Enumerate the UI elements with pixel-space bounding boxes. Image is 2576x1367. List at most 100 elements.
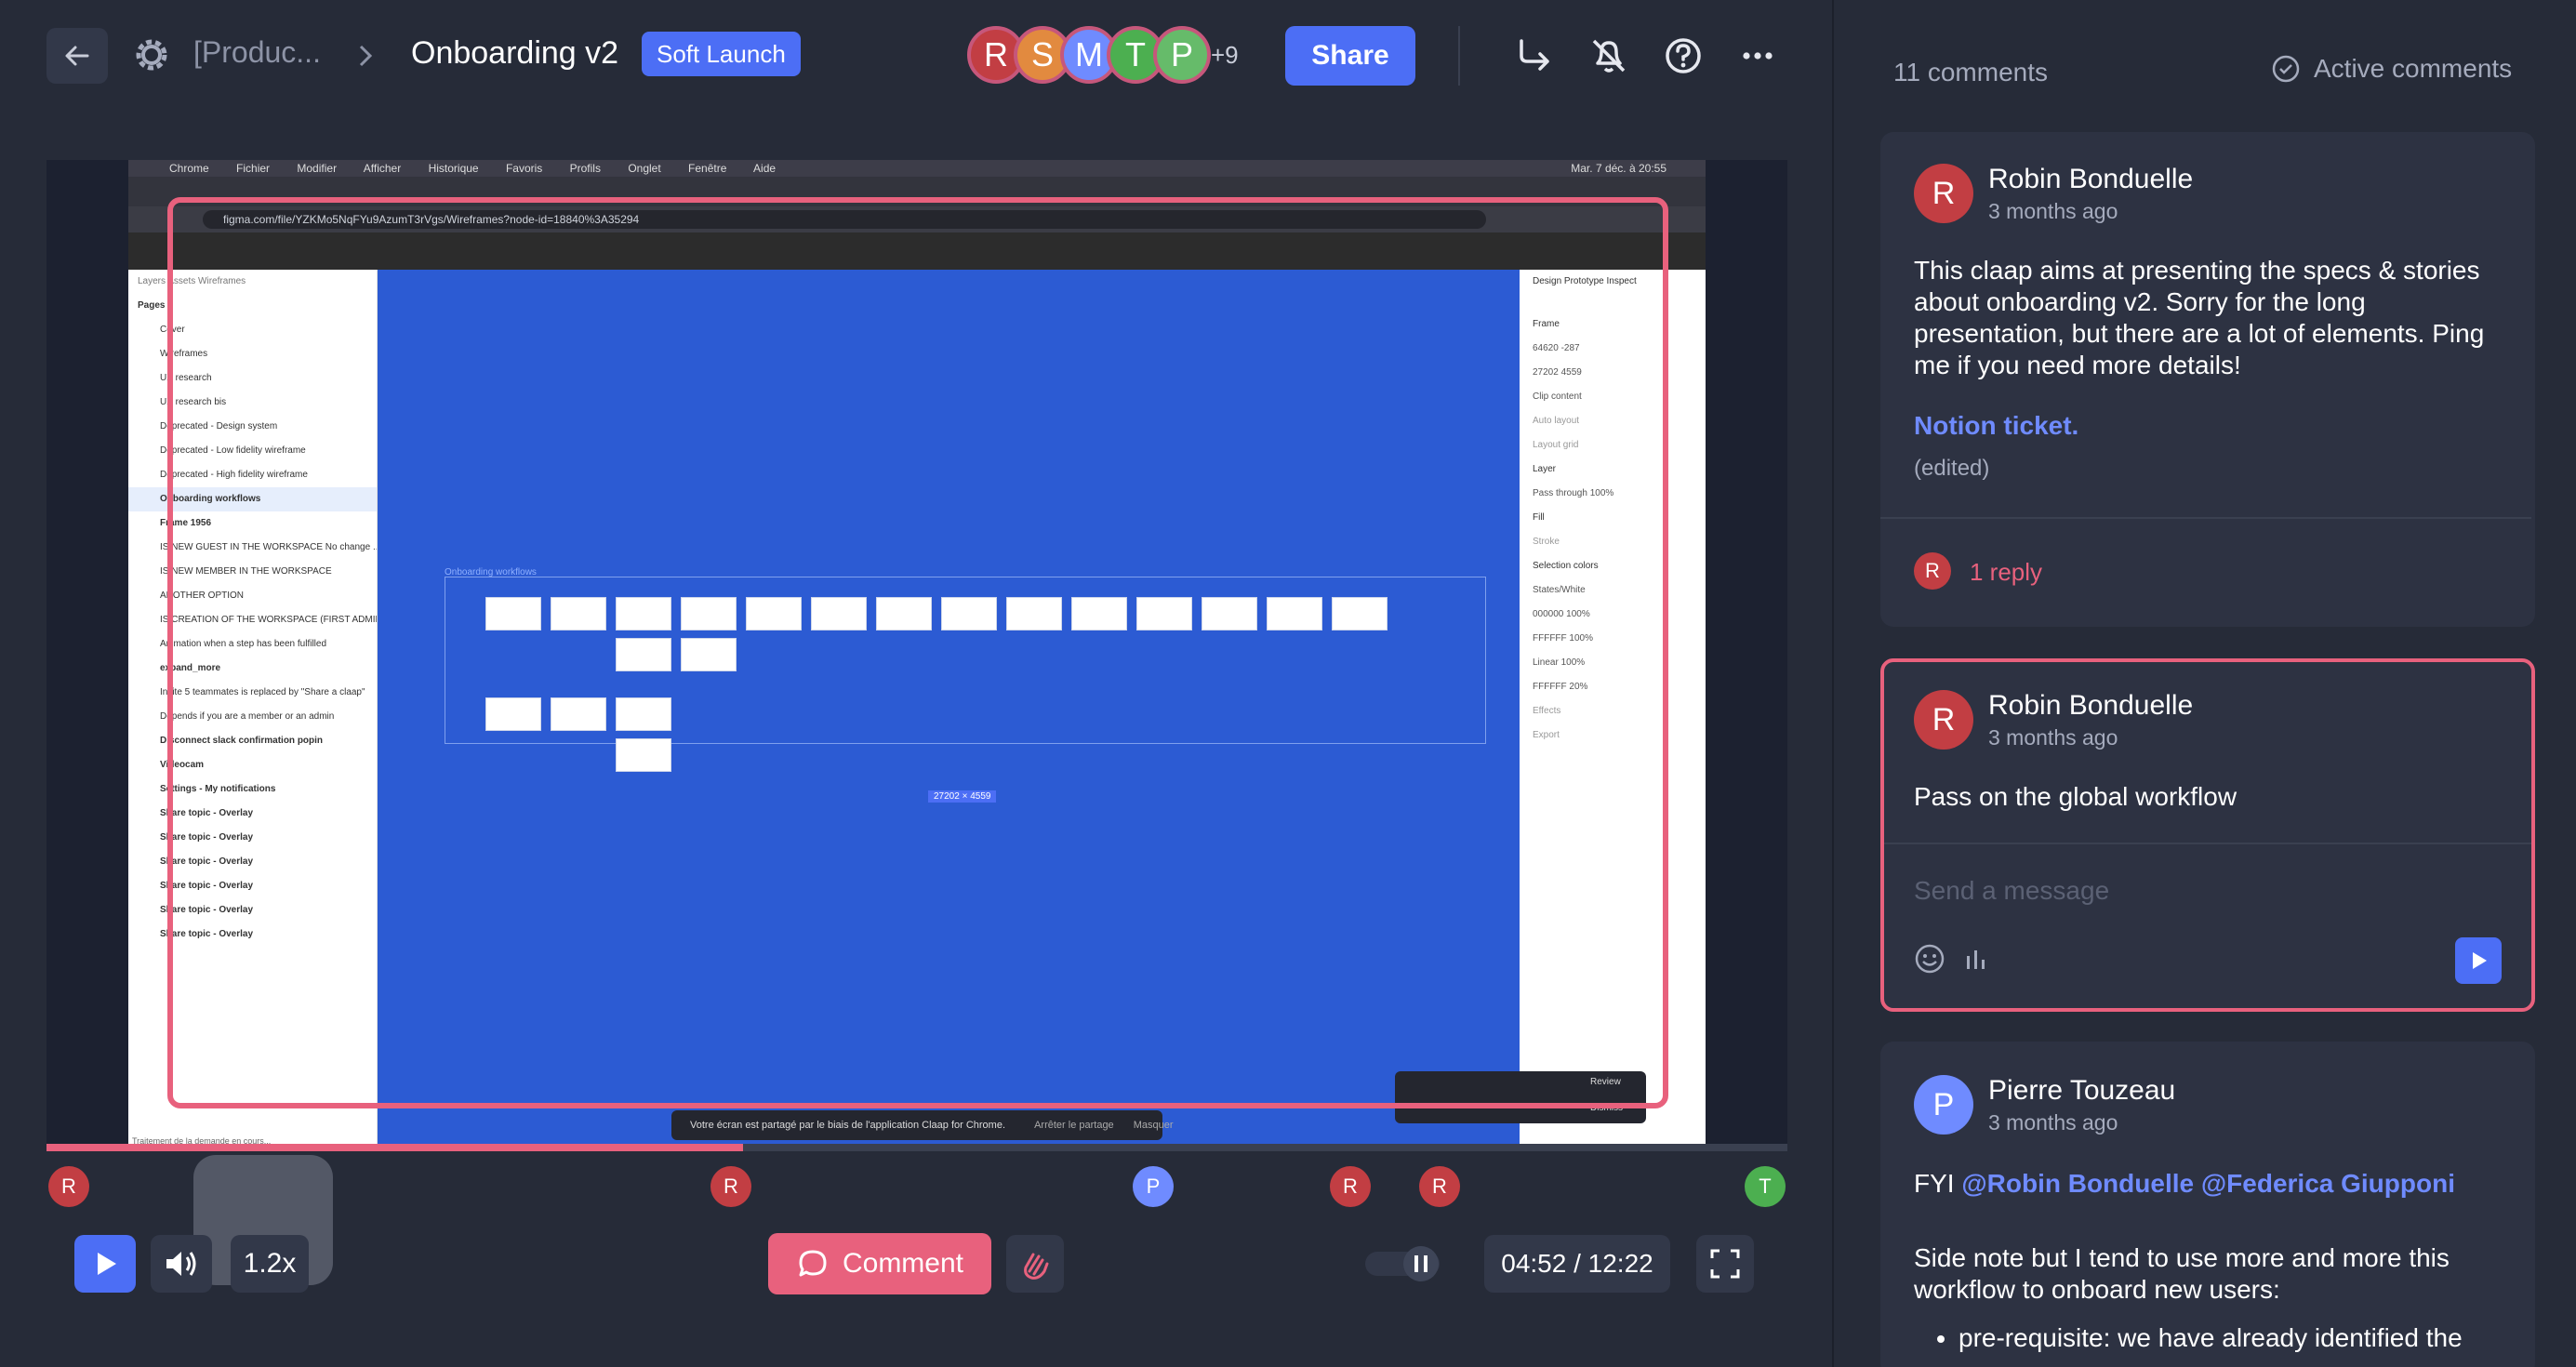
- edited-label: (edited): [1914, 456, 1990, 481]
- menu-item: Afficher: [363, 162, 402, 175]
- time-display: 04:52 / 12:22: [1484, 1235, 1670, 1293]
- avatar: P: [1914, 1075, 1973, 1135]
- pause-icon[interactable]: [1365, 1246, 1440, 1281]
- replies-link[interactable]: 1 reply: [1970, 558, 2042, 587]
- marker-initial: R: [1343, 1175, 1358, 1198]
- mac-menu-bar: Chrome Fichier Modifier Afficher Histori…: [128, 160, 1706, 177]
- menu-item: Modifier: [297, 162, 338, 175]
- page-title: Onboarding v2: [411, 35, 619, 71]
- marker-initial: R: [724, 1175, 738, 1198]
- check-circle-icon: [2272, 55, 2300, 83]
- more-icon[interactable]: [1733, 32, 1782, 80]
- emoji-icon[interactable]: [1914, 943, 1945, 975]
- play-icon: [98, 1253, 116, 1275]
- mention[interactable]: @Federica Giupponi: [2201, 1169, 2455, 1198]
- avatar: R: [1914, 164, 1973, 223]
- gear-icon[interactable]: [128, 32, 175, 78]
- list-item: pre-requisite: we have already identifie…: [1959, 1322, 2509, 1354]
- comment-author: Robin Bonduelle: [1988, 690, 2194, 721]
- top-bar: [Produc... Onboarding v2 Soft Launch R S…: [0, 0, 1832, 112]
- clap-button[interactable]: [1006, 1235, 1064, 1293]
- avatar-initial: P: [1170, 35, 1193, 73]
- notion-link[interactable]: Notion ticket.: [1914, 411, 2078, 441]
- bell-off-icon[interactable]: [1585, 32, 1633, 80]
- speed-button[interactable]: 1.2x: [231, 1235, 309, 1293]
- menu-item: Profils: [569, 162, 601, 175]
- active-comments-toggle[interactable]: Active comments: [2271, 54, 2512, 84]
- play-button[interactable]: [74, 1235, 136, 1293]
- comment-count: 11 comments: [1893, 58, 2048, 86]
- avatar-initial: R: [984, 35, 1008, 73]
- active-comments-label: Active comments: [2314, 54, 2513, 83]
- screen-share-banner: Votre écran est partagé par le biais de …: [671, 1110, 1174, 1140]
- reply-avatar: R: [1914, 552, 1951, 590]
- fullscreen-button[interactable]: [1696, 1235, 1754, 1293]
- marker-initial: R: [61, 1175, 76, 1198]
- menu-item: Favoris: [505, 162, 543, 175]
- progress-fill: [46, 1144, 743, 1151]
- avatar-initial: M: [1075, 35, 1103, 73]
- chevron-right-icon: [359, 45, 373, 67]
- stop-sharing-button[interactable]: Arrêter le partage: [1034, 1120, 1114, 1131]
- forward-icon[interactable]: [1510, 32, 1559, 80]
- comment-marker[interactable]: P: [1133, 1166, 1174, 1207]
- avatar-initial: R: [1932, 175, 1956, 211]
- share-banner-text: Votre écran est partagé par le biais de …: [690, 1120, 1006, 1131]
- comment-body: Pass on the global workflow: [1914, 782, 2237, 811]
- clap-hand-icon: [1024, 1253, 1049, 1280]
- comment-marker[interactable]: R: [1330, 1166, 1371, 1207]
- hide-button[interactable]: Masquer: [1134, 1120, 1174, 1131]
- menu-item: Onglet: [628, 162, 661, 175]
- comment-card-selected[interactable]: R Robin Bonduelle 3 months ago Pass on t…: [1880, 658, 2535, 1012]
- volume-button[interactable]: [151, 1235, 212, 1293]
- menu-item: Aide: [753, 162, 777, 175]
- comment-card[interactable]: P Pierre Touzeau 3 months ago FYI @Robin…: [1880, 1042, 2535, 1367]
- chat-bubble-icon: [799, 1250, 827, 1277]
- help-icon[interactable]: [1659, 32, 1707, 80]
- marker-initial: R: [1432, 1175, 1447, 1198]
- comment-card[interactable]: R Robin Bonduelle 3 months ago This claa…: [1880, 132, 2535, 627]
- volume-icon: [166, 1252, 196, 1276]
- player-pane: [Produc... Onboarding v2 Soft Launch R S…: [0, 0, 1832, 1367]
- arrow-left-icon: [65, 46, 89, 66]
- app: [Produc... Onboarding v2 Soft Launch R S…: [0, 0, 2576, 1367]
- comment-body: This claap aims at presenting the specs …: [1914, 256, 2485, 379]
- comment-label: Comment: [842, 1248, 964, 1279]
- focus-highlight: [167, 197, 1668, 1108]
- breadcrumb-workspace[interactable]: [Produc...: [193, 35, 321, 70]
- comment-fyi-line: FYI @Robin Bonduelle @Federica Giupponi: [1914, 1168, 2528, 1200]
- send-icon: [2473, 952, 2487, 969]
- comment-marker[interactable]: R: [48, 1166, 89, 1207]
- comments-panel: 11 comments Active comments R Robin Bond…: [1832, 0, 2576, 1367]
- mention[interactable]: @Robin Bonduelle: [1961, 1169, 2194, 1198]
- comment-author: Pierre Touzeau: [1988, 1075, 2176, 1106]
- comment-marker[interactable]: R: [1419, 1166, 1460, 1207]
- comment-time: 3 months ago: [1988, 1110, 2118, 1135]
- avatar[interactable]: P: [1153, 26, 1211, 84]
- comment-button[interactable]: Comment: [768, 1233, 991, 1294]
- fullscreen-icon: [1710, 1249, 1740, 1279]
- message-input[interactable]: Send a message: [1914, 876, 2109, 906]
- avatar-initial: P: [1932, 1086, 1955, 1122]
- avatar-initial: S: [1030, 35, 1054, 73]
- comment-marker[interactable]: R: [710, 1166, 751, 1207]
- comment-time: 3 months ago: [1988, 199, 2118, 223]
- comment-body: Side note but I tend to use more and mor…: [1914, 1243, 2450, 1304]
- comment-time: 3 months ago: [1988, 725, 2118, 750]
- status-badge[interactable]: Soft Launch: [642, 32, 801, 76]
- avatar-initial: R: [1925, 559, 1940, 582]
- marker-initial: T: [1759, 1175, 1772, 1198]
- participants-more[interactable]: +9: [1211, 41, 1239, 70]
- menu-item: Fenêtre: [688, 162, 727, 175]
- share-button[interactable]: Share: [1285, 26, 1415, 86]
- comment-author: Robin Bonduelle: [1988, 164, 2194, 194]
- menu-item: Fichier: [236, 162, 271, 175]
- avatar: R: [1914, 690, 1973, 750]
- bullet-list: pre-requisite: we have already identifie…: [1914, 1322, 2509, 1354]
- send-button[interactable]: [2455, 937, 2502, 984]
- fyi-text: FYI: [1914, 1169, 1955, 1198]
- back-button[interactable]: [46, 28, 108, 84]
- comment-marker[interactable]: T: [1745, 1166, 1786, 1207]
- menu-item: Chrome: [169, 162, 209, 175]
- poll-icon[interactable]: [1962, 945, 1990, 973]
